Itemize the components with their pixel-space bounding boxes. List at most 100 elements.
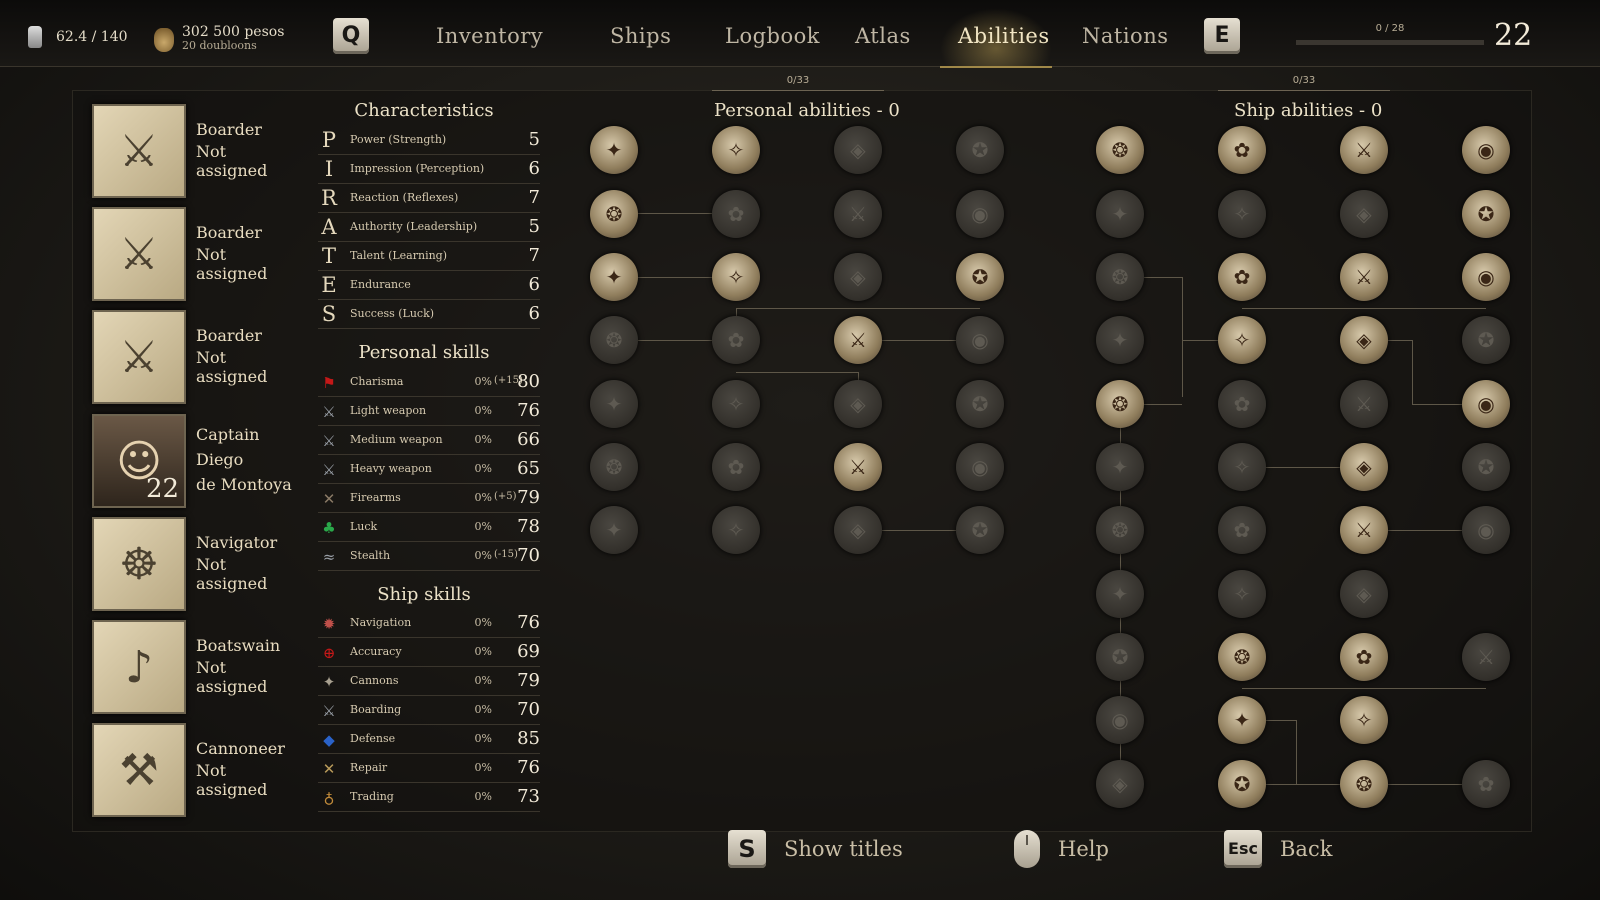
- stat-letter: S: [321, 302, 337, 326]
- ship-ability-node-icon[interactable]: ✿: [1462, 760, 1510, 808]
- ship-ability-node-icon[interactable]: ◉: [1462, 253, 1510, 301]
- officer-slot-boarder-3[interactable]: ⚔ Boarder Not assigned: [92, 310, 302, 406]
- weight-value: 62.4 / 140: [56, 29, 128, 45]
- tab-abilities[interactable]: Abilities: [958, 24, 1050, 48]
- ship-ability-node-icon[interactable]: ✧: [1218, 443, 1266, 491]
- ship-ability-node-icon[interactable]: ✪: [1462, 316, 1510, 364]
- ship-ability-node-icon[interactable]: ✪: [1218, 760, 1266, 808]
- ship-ability-node-icon[interactable]: ❂: [1096, 506, 1144, 554]
- personal-ability-node-icon[interactable]: ❂: [590, 443, 638, 491]
- personal-ability-node-icon[interactable]: ⚔: [834, 316, 882, 364]
- ship-ability-node-icon[interactable]: ❂: [1096, 253, 1144, 301]
- ship-ability-node-icon[interactable]: ◉: [1096, 696, 1144, 744]
- stat-value: 78: [517, 516, 540, 537]
- ship-ability-node-icon[interactable]: ✧: [1218, 316, 1266, 364]
- ship-ability-node-icon[interactable]: ◉: [1462, 126, 1510, 174]
- ship-ability-node-icon[interactable]: ✦: [1096, 443, 1144, 491]
- tab-ships[interactable]: Ships: [610, 24, 671, 48]
- personal-ability-node-icon[interactable]: ◈: [834, 506, 882, 554]
- ship-ability-node-icon[interactable]: ✿: [1218, 380, 1266, 428]
- personal-ability-node-icon[interactable]: ◉: [956, 190, 1004, 238]
- ship-ability-node-icon[interactable]: ⚔: [1462, 633, 1510, 681]
- ship-ability-node-icon[interactable]: ✿: [1218, 253, 1266, 301]
- ship-ability-node-icon[interactable]: ✦: [1096, 570, 1144, 618]
- stat-label: Impression (Perception): [350, 162, 485, 175]
- personal-ability-node-icon[interactable]: ❂: [590, 316, 638, 364]
- officer-slot-boatswain[interactable]: ♪ Boatswain Not assigned: [92, 620, 302, 716]
- officer-slot-navigator[interactable]: ☸ Navigator Not assigned: [92, 517, 302, 613]
- ship-ability-node-icon[interactable]: ⚔: [1340, 506, 1388, 554]
- show-titles-button[interactable]: S Show titles: [728, 830, 903, 868]
- tab-nations[interactable]: Nations: [1082, 24, 1169, 48]
- personal-ability-node-icon[interactable]: ✧: [712, 380, 760, 428]
- officer-role: Cannoneer: [196, 739, 285, 758]
- personal-ability-node-icon[interactable]: ⚔: [834, 443, 882, 491]
- personal-ability-node-icon[interactable]: ✪: [956, 253, 1004, 301]
- personal-ability-node-icon[interactable]: ✦: [590, 506, 638, 554]
- ship-ability-node-icon[interactable]: ❂: [1340, 760, 1388, 808]
- officer-slot-boarder-1[interactable]: ⚔ Boarder Not assigned: [92, 104, 302, 200]
- personal-ability-node-icon[interactable]: ◈: [834, 380, 882, 428]
- personal-ability-node-icon[interactable]: ◈: [834, 126, 882, 174]
- officer-slot-cannoneer[interactable]: ⚒ Cannoneer Not assigned: [92, 723, 302, 819]
- ship-ability-node-icon[interactable]: ✪: [1462, 190, 1510, 238]
- personal-ability-node-icon[interactable]: ✪: [956, 380, 1004, 428]
- stat-label: Talent (Learning): [350, 249, 448, 262]
- xp-text: 0 / 28: [1375, 23, 1405, 34]
- tab-atlas[interactable]: Atlas: [855, 24, 911, 48]
- ship-ability-node-icon[interactable]: ✿: [1218, 506, 1266, 554]
- ship-ability-node-icon[interactable]: ✦: [1096, 190, 1144, 238]
- personal-ability-node-icon[interactable]: ⚔: [834, 190, 882, 238]
- tab-inventory[interactable]: Inventory: [436, 24, 543, 48]
- personal-ability-node-icon[interactable]: ✦: [590, 380, 638, 428]
- ship-ability-node-icon[interactable]: ✧: [1340, 696, 1388, 744]
- ship-ability-node-icon[interactable]: ◉: [1462, 380, 1510, 428]
- tab-logbook[interactable]: Logbook: [725, 24, 820, 48]
- personal-ability-node-icon[interactable]: ◉: [956, 443, 1004, 491]
- ship-ability-node-icon[interactable]: ✿: [1218, 126, 1266, 174]
- ship-ability-node-icon[interactable]: ◈: [1096, 760, 1144, 808]
- officer-role: Navigator: [196, 533, 278, 552]
- officer-status: Not assigned: [196, 555, 268, 593]
- ship-ability-node-icon[interactable]: ✪: [1096, 633, 1144, 681]
- personal-ability-node-icon[interactable]: ◉: [956, 316, 1004, 364]
- ship-ability-node-icon[interactable]: ❂: [1096, 380, 1144, 428]
- personal-ability-node-icon[interactable]: ✧: [712, 253, 760, 301]
- ship-ability-node-icon[interactable]: ✪: [1462, 443, 1510, 491]
- help-button[interactable]: Help: [1014, 830, 1109, 868]
- ship-ability-node-icon[interactable]: ✧: [1218, 570, 1266, 618]
- personal-ability-node-icon[interactable]: ✿: [712, 190, 760, 238]
- officer-slot-boarder-2[interactable]: ⚔ Boarder Not assigned: [92, 207, 302, 303]
- ship-ability-node-icon[interactable]: ✧: [1218, 190, 1266, 238]
- captain-slot[interactable]: ☺ 22 Captain Diego de Montoya: [92, 414, 302, 510]
- ship-ability-node-icon[interactable]: ✦: [1096, 316, 1144, 364]
- personal-ability-node-icon[interactable]: ❂: [590, 190, 638, 238]
- ship-ability-node-icon[interactable]: ✿: [1340, 633, 1388, 681]
- ship-ability-node-icon[interactable]: ⚔: [1340, 380, 1388, 428]
- personal-ability-node-icon[interactable]: ✦: [590, 253, 638, 301]
- personal-ability-node-icon[interactable]: ✧: [712, 126, 760, 174]
- personal-ability-node-icon[interactable]: ✪: [956, 506, 1004, 554]
- personal-ability-node-icon[interactable]: ✿: [712, 443, 760, 491]
- stat-value: 76: [517, 612, 540, 633]
- stat-progress: 0%: [474, 433, 492, 446]
- ship-ability-node-icon[interactable]: ❂: [1218, 633, 1266, 681]
- personal-ability-node-icon[interactable]: ✪: [956, 126, 1004, 174]
- personal-ability-node-icon[interactable]: ✦: [590, 126, 638, 174]
- ship-ability-node-icon[interactable]: ⚔: [1340, 253, 1388, 301]
- ship-ability-node-icon[interactable]: ◉: [1462, 506, 1510, 554]
- ship-ability-node-icon[interactable]: ⚔: [1340, 126, 1388, 174]
- stat-progress: 0%: [474, 616, 492, 629]
- personal-ability-node-icon[interactable]: ◈: [834, 253, 882, 301]
- next-tab-key[interactable]: E: [1204, 18, 1240, 54]
- ship-ability-node-icon[interactable]: ✦: [1218, 696, 1266, 744]
- ship-ability-node-icon[interactable]: ◈: [1340, 570, 1388, 618]
- ship-ability-node-icon[interactable]: ◈: [1340, 443, 1388, 491]
- prev-tab-key[interactable]: Q: [333, 18, 369, 54]
- ship-ability-node-icon[interactable]: ◈: [1340, 190, 1388, 238]
- back-button[interactable]: Esc Back: [1224, 830, 1332, 868]
- ship-ability-node-icon[interactable]: ❂: [1096, 126, 1144, 174]
- personal-ability-node-icon[interactable]: ✧: [712, 506, 760, 554]
- ship-ability-node-icon[interactable]: ◈: [1340, 316, 1388, 364]
- personal-ability-node-icon[interactable]: ✿: [712, 316, 760, 364]
